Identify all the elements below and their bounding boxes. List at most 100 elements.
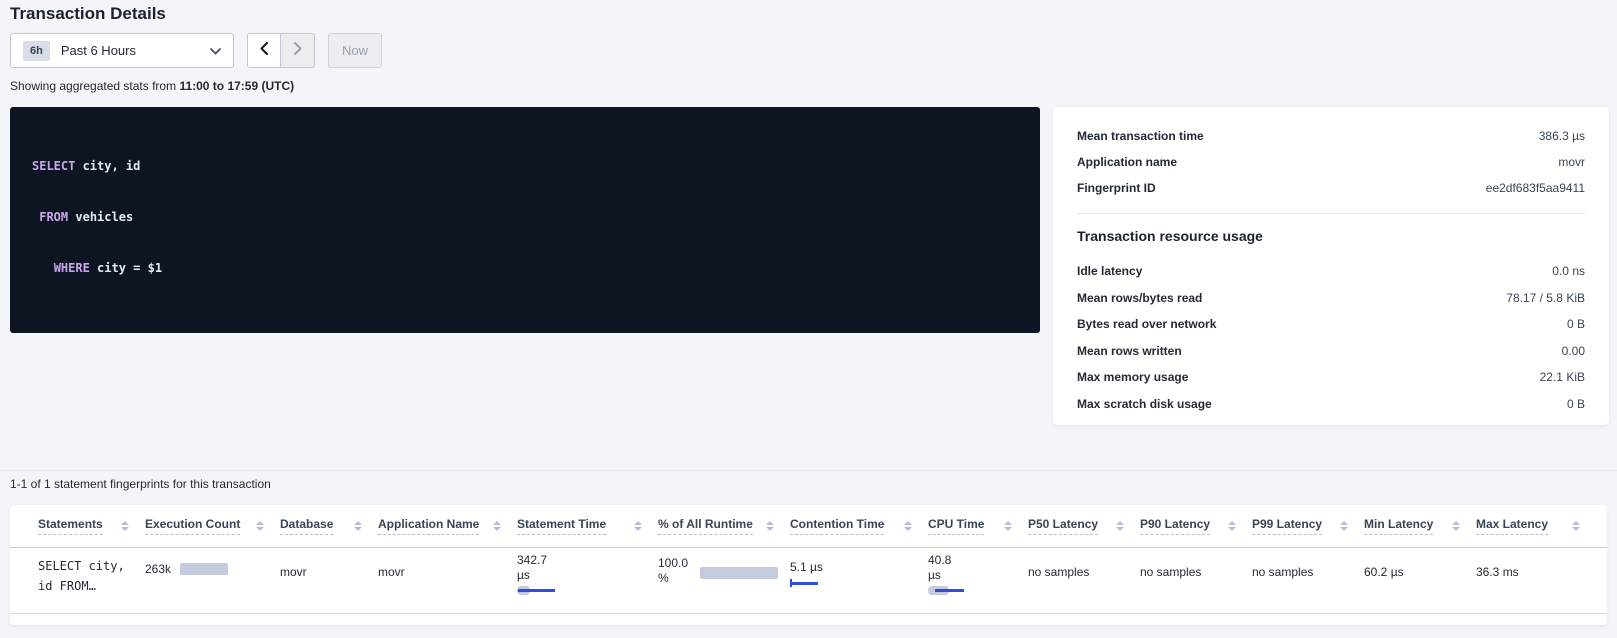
sort-icon [1228,521,1236,531]
summary-row: Max scratch disk usage 0 B [1077,391,1585,418]
sort-icon [1340,521,1348,531]
sql-line: SELECT city, id [32,158,1018,175]
summary-row: Mean rows/bytes read 78.17 / 5.8 KiB [1077,285,1585,312]
summary-row: Max memory usage 22.1 KiB [1077,364,1585,391]
sql-keyword: WHERE [54,261,90,275]
summary-value: 78.17 / 5.8 KiB [1506,291,1585,305]
sql-keyword: SELECT [32,159,75,173]
resource-usage-heading: Transaction resource usage [1077,228,1585,244]
section-divider [0,470,1617,471]
sort-icon [354,521,362,531]
summary-row: Fingerprint ID ee2df683f5aa9411 [1077,175,1585,201]
summary-value: 22.1 KiB [1540,370,1585,384]
summary-value: 0 B [1567,397,1585,411]
column-header-contention-time[interactable]: Contention Time [790,517,928,535]
next-time-button[interactable] [281,34,314,67]
sql-line: WHERE city = $1 [32,260,1018,277]
page-title: Transaction Details [10,4,166,24]
summary-label: Application name [1077,155,1177,169]
column-header-min-latency[interactable]: Min Latency [1364,517,1476,535]
sort-icon [1116,521,1124,531]
aggregated-stats-caption: Showing aggregated stats from 11:00 to 1… [10,79,294,93]
summary-value: 0 B [1567,317,1585,331]
time-range-dropdown[interactable]: 6h Past 6 Hours [10,33,234,68]
summary-row: Mean rows written 0.00 [1077,338,1585,365]
column-header-statements[interactable]: Statements [38,517,145,535]
statement-time-cell: 342.7 µs [517,548,658,613]
summary-label: Mean transaction time [1077,129,1204,143]
execution-count-cell: 263k [145,548,280,576]
transaction-summary-card: Mean transaction time 386.3 µs Applicati… [1053,107,1609,425]
chevron-left-icon [260,42,268,60]
summary-label: Idle latency [1077,264,1142,278]
contention-time-cell: 5.1 µs [790,548,928,613]
sql-keyword: FROM [39,210,68,224]
application-name-cell: movr [378,548,517,613]
summary-row: Bytes read over network 0 B [1077,311,1585,338]
caption-prefix: Showing aggregated stats from [10,79,179,93]
summary-label: Max scratch disk usage [1077,397,1212,411]
p90-latency-cell: no samples [1140,548,1252,613]
sort-icon [1572,521,1580,531]
sort-icon [1004,521,1012,531]
table-row: SELECT city,id FROM… 263k movr movr 342.… [10,548,1607,614]
contention-time-bar [790,579,820,588]
time-range-badge: 6h [23,41,50,61]
now-button[interactable]: Now [328,33,382,68]
summary-divider [1077,213,1585,214]
sort-icon [766,521,774,531]
pct-of-all-runtime-bar [700,567,778,579]
pct-of-all-runtime-cell: 100.0 % [658,548,790,586]
max-latency-cell: 36.3 ms [1476,548,1596,613]
column-header-application-name[interactable]: Application Name [378,517,517,535]
time-controls: 6h Past 6 Hours Now [10,33,382,68]
summary-value: ee2df683f5aa9411 [1486,181,1585,195]
statements-table: Statements Execution Count Database Appl… [10,505,1607,625]
column-header-statement-time[interactable]: Statement Time [517,517,658,535]
summary-label: Mean rows/bytes read [1077,291,1202,305]
column-header-p90-latency[interactable]: P90 Latency [1140,517,1252,535]
p99-latency-cell: no samples [1252,548,1364,613]
column-header-pct-of-all-runtime[interactable]: % of All Runtime [658,517,790,535]
column-header-cpu-time[interactable]: CPU Time [928,517,1028,535]
sql-line: FROM vehicles [32,209,1018,226]
resource-usage-rows: Idle latency 0.0 ns Mean rows/bytes read… [1077,258,1585,417]
column-header-execution-count[interactable]: Execution Count [145,517,280,535]
cpu-time-cell: 40.8 µs [928,548,1028,613]
transaction-details-page: { "colors": { "accent_blue": "#2f4ddf", … [0,0,1617,638]
column-header-database[interactable]: Database [280,517,378,535]
column-header-p50-latency[interactable]: P50 Latency [1028,517,1140,535]
time-nav-group [247,33,315,68]
table-header-row: Statements Execution Count Database Appl… [10,505,1607,548]
prev-time-button[interactable] [248,34,281,67]
summary-value: 386.3 µs [1539,129,1585,143]
statement-fingerprint-link[interactable]: SELECT city,id FROM… [38,548,145,596]
sort-icon [1452,521,1460,531]
statements-table-caption: 1-1 of 1 statement fingerprints for this… [10,477,271,491]
summary-row: Application name movr [1077,149,1585,175]
summary-label: Max memory usage [1077,370,1188,384]
summary-label: Fingerprint ID [1077,181,1156,195]
min-latency-cell: 60.2 µs [1364,548,1476,613]
summary-row: Mean transaction time 386.3 µs [1077,123,1585,149]
execution-count-bar [180,563,228,575]
sort-icon [634,521,642,531]
summary-value: 0.0 ns [1552,264,1585,278]
statement-time-bar [517,586,557,595]
column-header-max-latency[interactable]: Max Latency [1476,517,1596,535]
time-range-label: Past 6 Hours [61,43,210,58]
p50-latency-cell: no samples [1028,548,1140,613]
column-header-p99-latency[interactable]: P99 Latency [1252,517,1364,535]
caption-time-range: 11:00 to 17:59 (UTC) [179,79,294,93]
database-cell: movr [280,548,378,613]
sort-icon [256,521,264,531]
chevron-down-icon [210,42,221,60]
summary-label: Mean rows written [1077,344,1182,358]
sort-icon [121,521,129,531]
summary-value: 0.00 [1562,344,1585,358]
sort-icon [904,521,912,531]
summary-value: movr [1558,155,1585,169]
sql-statement-box: SELECT city, id FROM vehicles WHERE city… [10,107,1040,333]
summary-label: Bytes read over network [1077,317,1216,331]
sort-icon [493,521,501,531]
